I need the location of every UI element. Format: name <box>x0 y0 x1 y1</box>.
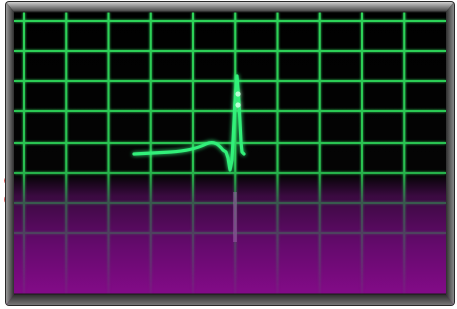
page: o d <box>0 0 457 309</box>
heart-monitor-image <box>6 2 454 305</box>
monitor-svg <box>6 2 454 305</box>
trace-dot-2 <box>235 102 241 108</box>
screen-background <box>6 2 454 305</box>
trace-dot-1 <box>235 91 241 97</box>
